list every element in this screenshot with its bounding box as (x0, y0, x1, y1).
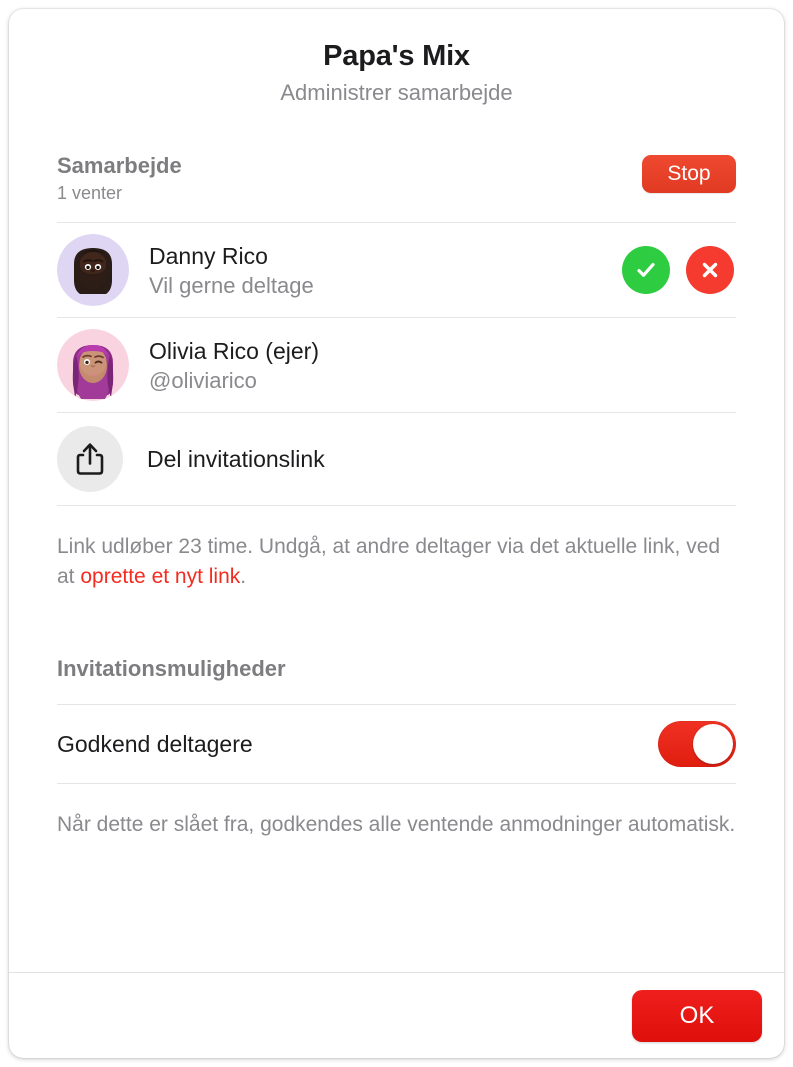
dialog-footer: OK (9, 972, 784, 1058)
share-invite-link-row[interactable]: Del invitationslink (57, 413, 736, 505)
share-icon (76, 443, 104, 475)
link-expiry-note-suffix: . (240, 565, 247, 588)
section-title-collaboration: Samarbejde (57, 153, 182, 178)
participant-name: Danny Rico (149, 242, 268, 269)
manage-collaboration-dialog: Papa's Mix Administrer samarbejde Samarb… (9, 9, 784, 1058)
collaboration-section-header: Samarbejde 1 venter Stop (9, 153, 784, 204)
decline-request-button[interactable] (686, 246, 734, 294)
participant-info: Danny Rico Vil gerne deltage (149, 242, 622, 299)
screen: Papa's Mix Administrer samarbejde Samarb… (0, 0, 793, 1067)
divider (57, 783, 736, 784)
approve-participants-label: Godkend deltagere (57, 730, 253, 757)
toggle-knob (693, 724, 733, 764)
share-invite-link-label: Del invitationslink (147, 446, 325, 472)
accept-request-button[interactable] (622, 246, 670, 294)
invite-options-list: Godkend deltagere (9, 704, 784, 784)
participant-list: Danny Rico Vil gerne deltage Olivia Rico… (9, 222, 784, 506)
approve-participants-toggle[interactable] (658, 721, 736, 767)
list-item[interactable]: Danny Rico Vil gerne deltage (57, 223, 736, 317)
pending-count-label: 1 venter (57, 183, 123, 203)
section-title-invite-options: Invitationsmuligheder (57, 656, 286, 681)
collaboration-section-text: Samarbejde 1 venter (57, 153, 182, 204)
approve-participants-footnote: Når dette er slået fra, godkendes alle v… (57, 813, 736, 836)
participant-actions (622, 246, 734, 294)
create-new-link-link[interactable]: oprette et nyt link (80, 565, 240, 588)
ok-button[interactable]: OK (632, 989, 762, 1042)
page-title: Papa's Mix (323, 40, 470, 72)
approve-participants-row: Godkend deltagere (57, 705, 736, 783)
link-expiry-note: Link udløber 23 time. Undgå, at andre de… (9, 532, 784, 592)
avatar (57, 329, 129, 401)
participant-status: Vil gerne deltage (149, 272, 314, 298)
list-item[interactable]: Olivia Rico (ejer) @oliviarico (57, 318, 736, 412)
participant-name: Olivia Rico (ejer) (149, 337, 319, 364)
divider (57, 505, 736, 506)
share-icon-background (57, 426, 123, 492)
x-icon (702, 262, 718, 278)
page-subtitle: Administrer samarbejde (280, 80, 513, 105)
dialog-body: Papa's Mix Administrer samarbejde Samarb… (9, 9, 784, 972)
participant-info: Olivia Rico (ejer) @oliviarico (149, 337, 734, 394)
check-icon (637, 263, 655, 277)
participant-handle: @oliviarico (149, 367, 257, 393)
stop-sharing-button[interactable]: Stop (642, 155, 736, 193)
avatar (57, 234, 129, 306)
dialog-header: Papa's Mix Administrer samarbejde (9, 9, 784, 107)
